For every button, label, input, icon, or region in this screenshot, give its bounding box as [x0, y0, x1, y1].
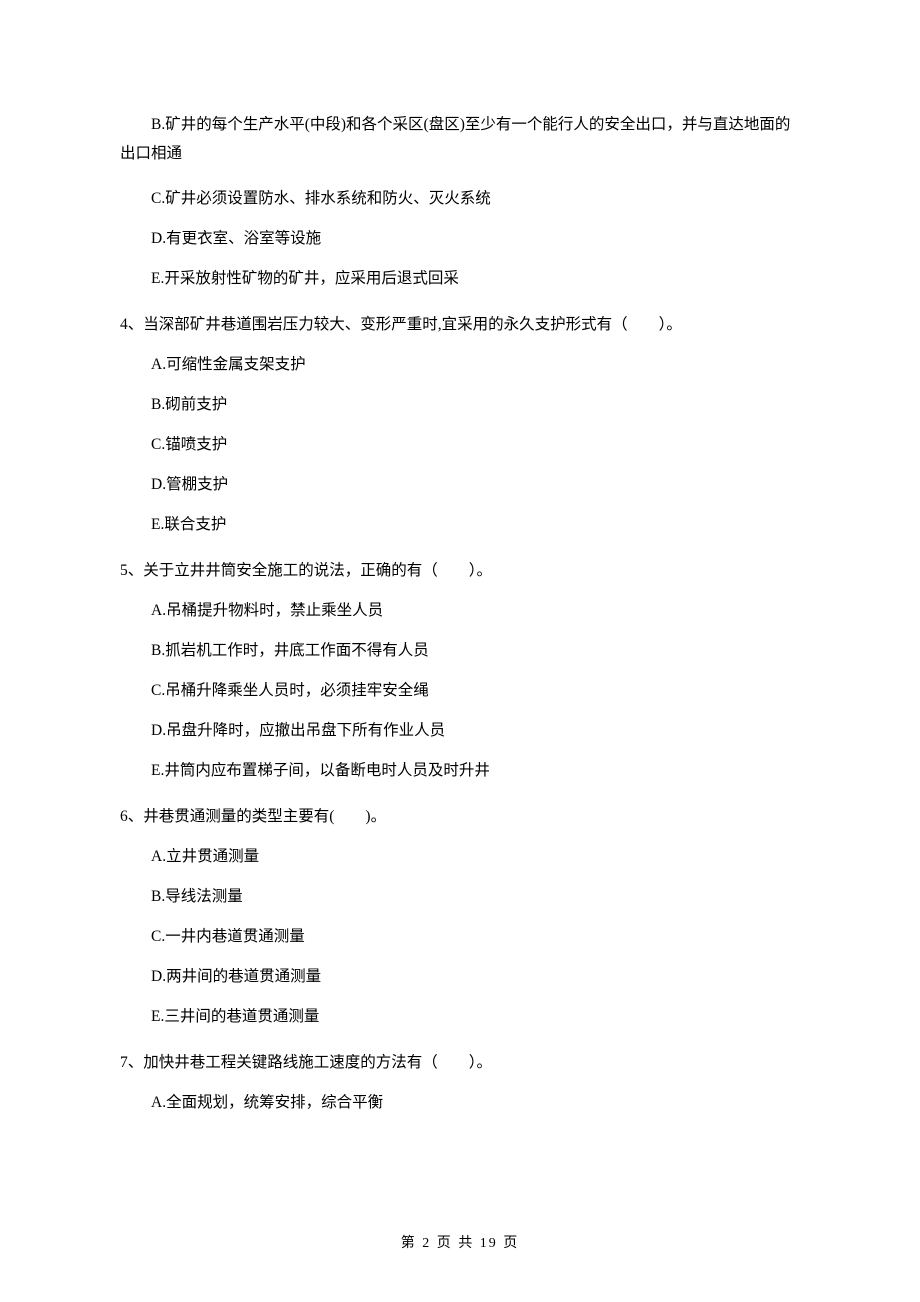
page-content: B.矿井的每个生产水平(中段)和各个采区(盘区)至少有一个能行人的安全出口，并与…: [0, 0, 920, 1115]
q5-option-b: B.抓岩机工作时，井底工作面不得有人员: [120, 639, 800, 663]
page-footer: 第 2 页 共 19 页: [0, 1232, 920, 1252]
q6-stem: 6、井巷贯通测量的类型主要有( )。: [120, 805, 800, 829]
q6-option-b: B.导线法测量: [120, 885, 800, 909]
q6-option-c: C.一井内巷道贯通测量: [120, 925, 800, 949]
q6-option-d: D.两井间的巷道贯通测量: [120, 965, 800, 989]
q5-option-a: A.吊桶提升物料时，禁止乘坐人员: [120, 599, 800, 623]
q6-option-e: E.三井间的巷道贯通测量: [120, 1005, 800, 1029]
q4-option-e: E.联合支护: [120, 513, 800, 537]
q4-option-a: A.可缩性金属支架支护: [120, 353, 800, 377]
q4-stem: 4、当深部矿井巷道围岩压力较大、变形严重时,宜采用的永久支护形式有（ ）。: [120, 313, 800, 337]
q3-option-b: B.矿井的每个生产水平(中段)和各个采区(盘区)至少有一个能行人的安全出口，并与…: [120, 110, 800, 169]
q5-option-c: C.吊桶升降乘坐人员时，必须挂牢安全绳: [120, 679, 800, 703]
q7-option-a: A.全面规划，统筹安排，综合平衡: [120, 1091, 800, 1115]
q4-option-c: C.锚喷支护: [120, 433, 800, 457]
q3-option-e: E.开采放射性矿物的矿井，应采用后退式回采: [120, 267, 800, 291]
q3-option-d: D.有更衣室、浴室等设施: [120, 227, 800, 251]
q3-option-c: C.矿井必须设置防水、排水系统和防火、灭火系统: [120, 187, 800, 211]
q7-stem: 7、加快井巷工程关键路线施工速度的方法有（ ）。: [120, 1051, 800, 1075]
q4-option-b: B.砌前支护: [120, 393, 800, 417]
q4-option-d: D.管棚支护: [120, 473, 800, 497]
q5-option-d: D.吊盘升降时，应撤出吊盘下所有作业人员: [120, 719, 800, 743]
q5-option-e: E.井筒内应布置梯子间，以备断电时人员及时升井: [120, 759, 800, 783]
q5-stem: 5、关于立井井筒安全施工的说法，正确的有（ ）。: [120, 559, 800, 583]
q6-option-a: A.立井贯通测量: [120, 845, 800, 869]
